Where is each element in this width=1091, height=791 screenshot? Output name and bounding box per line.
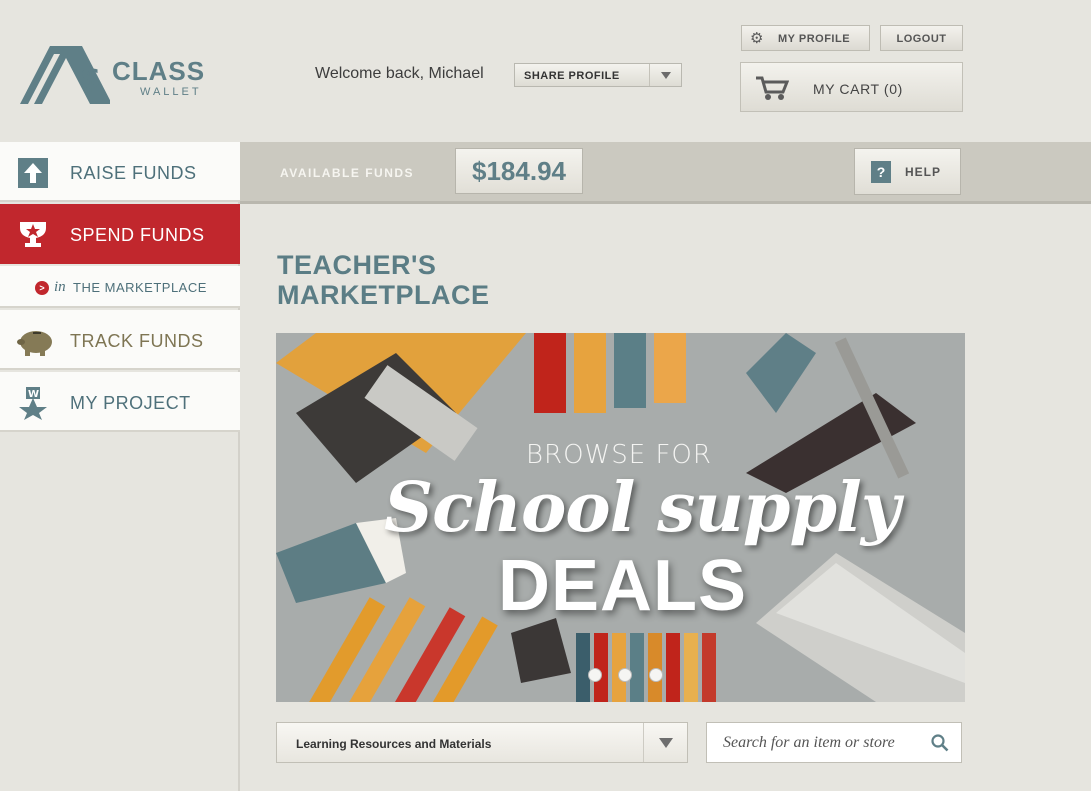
logout-button[interactable]: LOGOUT — [880, 25, 963, 51]
header: $ CLASS WALLET Welcome back, Michael SHA… — [0, 0, 1091, 142]
gear-icon: ⚙ — [750, 30, 764, 47]
welcome-message: Welcome back, Michael — [315, 65, 484, 82]
sidebar-item-label: TRACK FUNDS — [70, 331, 204, 351]
banner-line2: School supply — [384, 468, 900, 548]
sidebar-item-track-funds[interactable]: TRACK FUNDS — [0, 310, 240, 370]
category-select-value: Learning Resources and Materials — [296, 737, 492, 751]
cart-icon — [756, 76, 789, 100]
sidebar-subitem-prefix: in — [54, 279, 66, 295]
sidebar-subitem-label: THE MARKETPLACE — [73, 280, 207, 295]
carousel-dot[interactable] — [648, 668, 663, 682]
share-dropdown-toggle[interactable] — [649, 64, 681, 86]
logout-label: LOGOUT — [896, 33, 947, 45]
help-button[interactable]: ? HELP — [854, 148, 961, 195]
sidebar-item-label: SPEND FUNDS — [70, 225, 205, 245]
question-icon: ? — [871, 161, 891, 183]
sidebar-item-my-project[interactable]: W MY PROJECT — [0, 372, 240, 432]
category-dropdown-toggle[interactable] — [643, 723, 687, 762]
ribbon-star-icon: W — [19, 387, 47, 420]
chevron-down-icon — [659, 738, 673, 748]
piggy-bank-icon — [17, 331, 52, 356]
sidebar-item-label: MY PROJECT — [70, 393, 191, 413]
available-funds-label: AVAILABLE FUNDS — [280, 166, 415, 180]
logo-text-class: CLASS — [112, 56, 206, 86]
page-title-line2: MARKETPLACE — [277, 280, 490, 310]
carousel-dot[interactable] — [618, 668, 633, 682]
page-title-line1: TEACHER'S — [277, 250, 437, 280]
promo-banner[interactable]: BROWSE FOR School supply DEALS — [276, 333, 965, 702]
my-profile-label: MY PROFILE — [778, 33, 851, 45]
funds-bar: AVAILABLE FUNDS $184.94 ? HELP — [240, 142, 1091, 204]
svg-text:$: $ — [80, 61, 101, 96]
carousel-dot[interactable] — [588, 668, 602, 682]
share-profile-select[interactable]: SHARE PROFILE — [514, 63, 682, 87]
carousel-dots — [588, 668, 675, 687]
chevron-down-icon — [661, 72, 671, 79]
search-icon[interactable] — [931, 734, 949, 752]
my-cart-button[interactable]: MY CART (0) — [740, 62, 963, 112]
search-input[interactable] — [707, 723, 917, 762]
classwallet-logo[interactable]: $ CLASS WALLET — [20, 44, 220, 106]
sidebar-item-raise-funds[interactable]: RAISE FUNDS — [0, 142, 240, 202]
sidebar: RAISE FUNDS SPEND FUNDS > in THE MARKETP… — [0, 142, 240, 791]
sidebar-item-label: RAISE FUNDS — [70, 163, 197, 183]
chevron-right-icon: > — [35, 281, 49, 295]
my-profile-button[interactable]: ⚙ MY PROFILE — [741, 25, 870, 51]
page-title: TEACHER'S MARKETPLACE — [277, 250, 677, 310]
trophy-icon — [20, 222, 46, 247]
logo-text-wallet: WALLET — [140, 86, 202, 98]
share-profile-value: SHARE PROFILE — [524, 70, 620, 82]
sidebar-item-spend-funds[interactable]: SPEND FUNDS — [0, 204, 240, 264]
category-select[interactable]: Learning Resources and Materials — [276, 722, 688, 763]
banner-line1: BROWSE FOR — [526, 440, 712, 470]
upload-arrow-icon — [18, 158, 48, 188]
svg-text:W: W — [28, 389, 39, 400]
logo-mark-icon: $ — [20, 46, 110, 104]
help-label: HELP — [905, 165, 942, 179]
banner-line3: DEALS — [498, 546, 748, 626]
available-funds-amount: $184.94 — [455, 148, 583, 194]
funds-amount-value: $184.94 — [472, 156, 566, 186]
my-cart-label: MY CART (0) — [813, 81, 903, 97]
search-box[interactable] — [706, 722, 962, 763]
sidebar-subitem-marketplace[interactable]: > in THE MARKETPLACE — [0, 266, 240, 308]
